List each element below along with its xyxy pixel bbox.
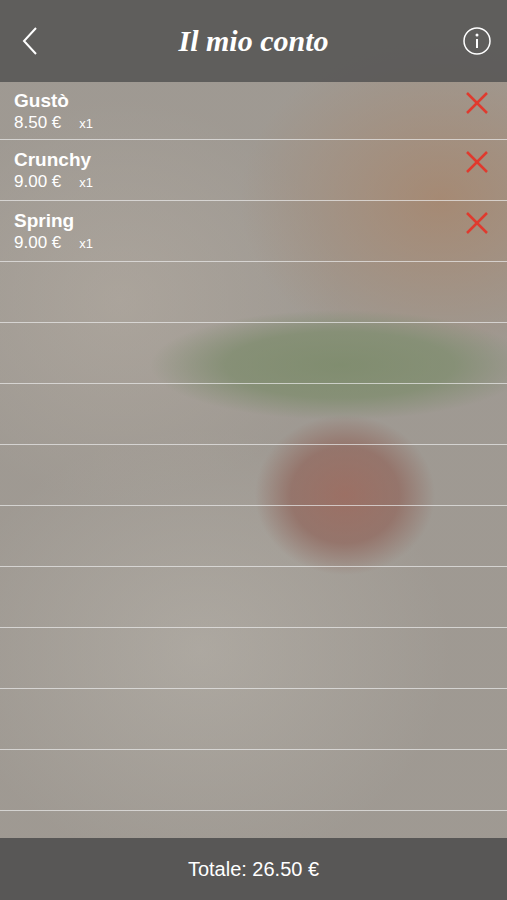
bill-row: Gustò8.50 € x1 (0, 82, 507, 140)
remove-button[interactable] (461, 87, 493, 119)
remove-button[interactable] (461, 146, 493, 178)
item-info: Gustò8.50 € x1 (14, 89, 461, 133)
price-line: 9.00 € x1 (14, 172, 461, 192)
item-price: 9.00 € (14, 172, 61, 192)
empty-row (0, 689, 507, 750)
empty-row (0, 445, 507, 506)
item-price: 8.50 € (14, 113, 61, 133)
bill-row: Crunchy9.00 € x1 (0, 140, 507, 201)
item-info: Spring9.00 € x1 (14, 209, 461, 253)
back-button[interactable] (0, 25, 60, 57)
empty-row (0, 323, 507, 384)
info-button[interactable] (447, 26, 507, 56)
header: Il mio conto (0, 0, 507, 82)
item-name: Crunchy (14, 148, 461, 171)
close-icon (465, 91, 489, 115)
header-title: Il mio conto (60, 24, 447, 58)
close-icon (465, 211, 489, 235)
item-name: Spring (14, 209, 461, 232)
remove-button[interactable] (461, 207, 493, 239)
item-quantity: x1 (79, 116, 93, 131)
empty-row (0, 628, 507, 689)
total: Totale: 26.50 € (188, 858, 319, 881)
item-price: 9.00 € (14, 233, 61, 253)
item-name: Gustò (14, 89, 461, 112)
empty-row (0, 384, 507, 445)
bill-list: Gustò8.50 €x1Crunchy9.00 €x1Spring9.00 €… (0, 82, 507, 838)
item-info: Crunchy9.00 € x1 (14, 148, 461, 192)
empty-row (0, 567, 507, 628)
bill-row: Spring9.00 € x1 (0, 201, 507, 262)
footer: Totale: 26.50 € (0, 838, 507, 900)
chevron-left-icon (20, 25, 40, 57)
price-line: 9.00 € x1 (14, 233, 461, 253)
item-quantity: x1 (79, 236, 93, 251)
empty-row (0, 262, 507, 323)
bill-screen: Il mio contoGustò8.50 €x1Crunchy9.00 €x1… (0, 0, 507, 900)
item-quantity: x1 (79, 175, 93, 190)
empty-row (0, 506, 507, 567)
close-icon (465, 150, 489, 174)
empty-row (0, 750, 507, 811)
price-line: 8.50 € x1 (14, 113, 461, 133)
info-icon (462, 26, 492, 56)
